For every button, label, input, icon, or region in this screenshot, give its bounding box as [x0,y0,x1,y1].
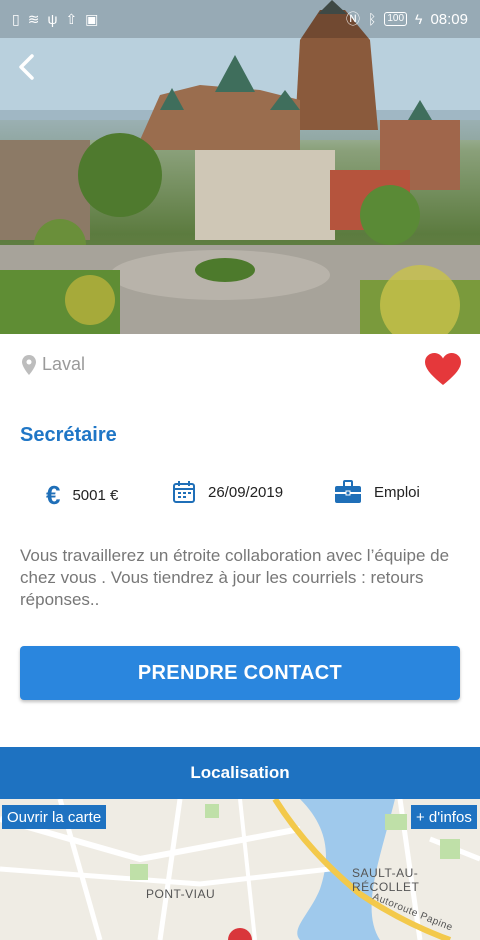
date-value: 26/09/2019 [208,483,284,501]
date-fact: 26/09/2019 [172,480,283,504]
hero-image: ▯ ≋ ψ ⇧ ▣ Ⓝ ᛒ 100 ϟ 08:09 [0,0,480,334]
heart-icon [425,353,461,385]
chevron-left-icon [19,54,34,80]
usb-icon: ψ [47,11,58,27]
listing-location: Laval [22,354,85,375]
map-label-pont-viau: PONT-VIAU [146,887,216,901]
status-icons-left: ▯ ≋ ψ ⇧ ▣ [12,11,98,28]
contact-button[interactable]: PRENDRE CONTACT [20,646,460,700]
localisation-header: Localisation [0,747,480,799]
wifi-icon: ≋ [27,10,40,27]
type-value: Emploi [374,483,420,501]
charging-icon: ϟ [415,11,423,27]
listing-description: Vous travaillerez un étroite collaborati… [20,546,450,609]
salary-value: 5001 € [72,487,119,504]
status-icons-right: Ⓝ ᛒ 100 ϟ 08:09 [346,9,468,29]
calendar-icon [173,481,195,503]
euro-icon: € [46,480,61,510]
listing-title: Secrétaire [20,424,117,446]
sim-icon: ▯ [12,10,20,27]
location-label: Laval [42,354,86,374]
listing-facts: € 5001 € 26/09/2019 Emploi [0,480,480,514]
salary-fact: € 5001 € [46,480,118,511]
status-time: 08:09 [430,10,468,28]
upload-icon: ⇧ [65,10,78,27]
briefcase-icon [335,480,361,503]
map-pin-icon [22,354,36,375]
app-notification-icon: ▣ [85,10,99,27]
bluetooth-icon: ᛒ [367,11,377,27]
more-info-button[interactable]: + d'infos [411,805,477,829]
hero-photo-illustration [0,0,480,334]
back-button[interactable] [14,52,40,82]
favorite-button[interactable] [424,352,462,386]
battery-icon: 100 [384,12,408,26]
nfc-icon: Ⓝ [345,11,360,27]
status-bar: ▯ ≋ ψ ⇧ ▣ Ⓝ ᛒ 100 ϟ 08:09 [0,0,480,38]
open-map-button[interactable]: Ouvrir la carte [2,805,107,829]
map-label-sault: SAULT-AU-RÉCOLLET [352,866,420,894]
type-fact: Emploi [334,480,420,504]
